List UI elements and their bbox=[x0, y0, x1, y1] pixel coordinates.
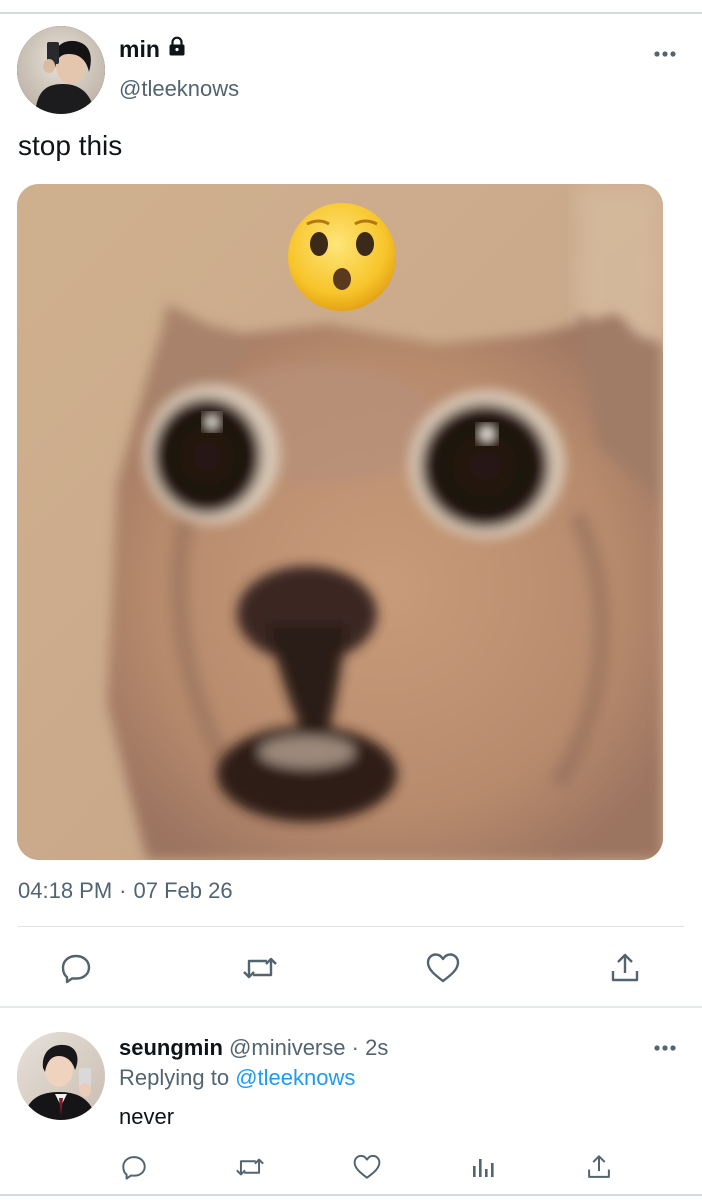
tweet-photo[interactable] bbox=[17, 184, 663, 860]
author-name-row: min bbox=[119, 36, 188, 63]
reply-header: seungmin @miniverse · 2s bbox=[119, 1035, 388, 1061]
reply-icon[interactable] bbox=[54, 948, 98, 988]
reply-handle[interactable]: @miniverse bbox=[229, 1035, 345, 1060]
share-icon[interactable] bbox=[579, 1149, 619, 1185]
lock-icon bbox=[166, 35, 188, 62]
display-name[interactable]: min bbox=[119, 36, 160, 63]
replying-to-line: Replying to @tleeknows bbox=[119, 1065, 355, 1091]
tweet-text: stop this bbox=[18, 130, 123, 161]
reply-separator: · bbox=[351, 1035, 359, 1060]
share-icon[interactable] bbox=[603, 948, 647, 988]
reply-icon[interactable] bbox=[114, 1149, 154, 1185]
avatar[interactable] bbox=[17, 26, 105, 114]
divider bbox=[18, 926, 684, 927]
like-icon[interactable] bbox=[347, 1149, 387, 1185]
replying-prefix: Replying to bbox=[119, 1065, 230, 1090]
author-handle[interactable]: @tleeknows bbox=[119, 76, 239, 102]
bottom-divider bbox=[0, 1194, 702, 1196]
reply-text: never bbox=[119, 1104, 175, 1129]
like-icon[interactable] bbox=[421, 948, 465, 988]
tweet-timestamp[interactable]: 04:18 PM · 07 Feb 26 bbox=[18, 878, 233, 904]
reply-display-name[interactable]: seungmin bbox=[119, 1035, 223, 1060]
more-dots-icon[interactable] bbox=[650, 45, 680, 63]
tweet-action-bar bbox=[0, 940, 702, 996]
tweet-time: 04:18 PM bbox=[18, 878, 113, 903]
more-dots-icon[interactable] bbox=[650, 1039, 680, 1057]
tweet-date: 07 Feb 26 bbox=[133, 878, 233, 903]
timestamp-separator: · bbox=[119, 878, 127, 903]
main-tweet: min @tleeknows stop this 04:18 PM · 07 F… bbox=[0, 0, 702, 1005]
retweet-icon[interactable] bbox=[238, 948, 282, 988]
tweet-separator bbox=[0, 1006, 702, 1008]
reply-action-bar bbox=[0, 1145, 702, 1189]
reply-time[interactable]: 2s bbox=[365, 1035, 388, 1060]
reply-avatar[interactable] bbox=[17, 1032, 105, 1120]
replying-to-mention[interactable]: @tleeknows bbox=[235, 1065, 355, 1090]
retweet-icon[interactable] bbox=[230, 1149, 270, 1185]
views-icon[interactable] bbox=[463, 1149, 503, 1185]
